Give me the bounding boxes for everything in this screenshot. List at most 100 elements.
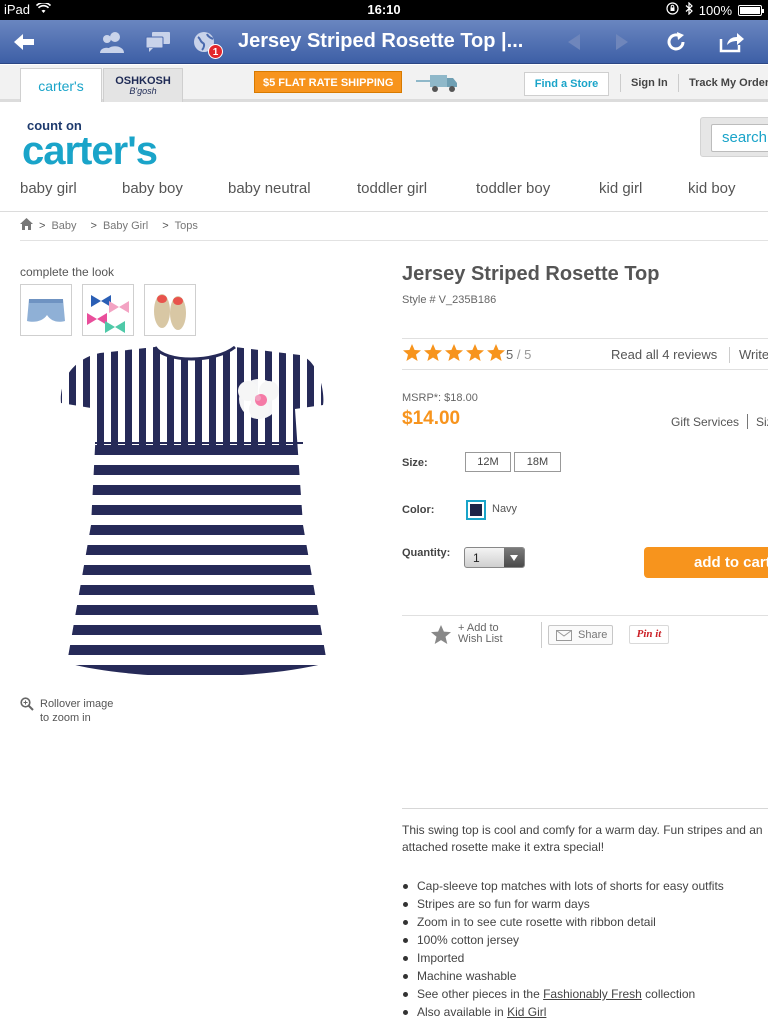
refresh-icon[interactable] — [662, 28, 690, 56]
star-icon — [431, 624, 451, 644]
list-item: Machine washable — [402, 967, 768, 985]
complete-the-look-label: complete the look — [20, 265, 115, 279]
breadcrumb: > Baby > Baby Girl > Tops — [20, 218, 198, 233]
share-button[interactable]: Share — [548, 625, 613, 645]
star-icon — [466, 344, 484, 361]
share-out-icon[interactable] — [718, 28, 746, 56]
status-bar: iPad 16:10 100% — [0, 0, 768, 20]
nav-baby-girl[interactable]: baby girl — [20, 180, 77, 197]
track-order-link[interactable]: Track My Order — [689, 77, 768, 89]
shipping-banner[interactable]: $5 FLAT RATE SHIPPING — [254, 71, 403, 93]
collection-suffix: collection — [641, 987, 696, 1001]
color-swatch-navy[interactable] — [466, 500, 486, 520]
rating-row: 5 / 5 Read all 4 reviews Write — [402, 338, 768, 370]
wishlist-line2: Wish List — [458, 633, 503, 645]
rating-max: / 5 — [516, 347, 532, 362]
battery-percent: 100% — [698, 2, 732, 18]
feature-list: Cap-sleeve top matches with lots of shor… — [402, 877, 768, 1021]
look-thumb-shorts[interactable] — [20, 284, 72, 336]
page-title: Jersey Striped Rosette Top |... — [238, 30, 524, 52]
battery-icon — [738, 4, 764, 16]
app-toolbar: 1 Jersey Striped Rosette Top |... — [0, 20, 768, 64]
tab-carters-label: carter's — [38, 77, 84, 94]
tab-oshkosh-label: OSHKOSH — [115, 74, 171, 87]
product-description: This swing top is cool and comfy for a w… — [402, 823, 763, 854]
list-item: Also available in Kid Girl — [402, 1003, 768, 1021]
carters-logo[interactable]: count on carter's — [22, 118, 158, 173]
browser-back-icon[interactable] — [560, 28, 588, 56]
nav-kid-girl[interactable]: kid girl — [599, 180, 642, 197]
color-name: Navy — [492, 503, 518, 515]
collection-prefix: See other pieces in the — [417, 987, 544, 1001]
read-reviews-link[interactable]: Read all 4 reviews — [611, 347, 717, 362]
look-thumb-shoes[interactable] — [144, 284, 196, 336]
magnifier-icon — [20, 697, 34, 725]
divider — [747, 414, 748, 429]
swatch-fill — [470, 504, 482, 516]
product-title: Jersey Striped Rosette Top — [402, 263, 660, 285]
add-to-cart-button[interactable]: add to cart — [644, 547, 768, 578]
divider — [678, 74, 679, 92]
zoom-hint-line2: to zoom in — [40, 712, 91, 724]
size-label: Size: — [402, 457, 428, 469]
breadcrumb-baby[interactable]: Baby — [51, 220, 76, 232]
list-item: Imported — [402, 949, 768, 967]
list-item: Cap-sleeve top matches with lots of shor… — [402, 877, 768, 895]
nav-kid-boy[interactable]: kid boy — [688, 180, 736, 197]
star-icon — [424, 344, 442, 361]
divider — [402, 615, 768, 616]
category-nav: baby girl baby boy baby neutral toddler … — [0, 178, 768, 212]
zoom-hint-line1: Rollover image — [40, 698, 114, 710]
notification-badge: 1 — [208, 44, 223, 59]
nav-toddler-boy[interactable]: toddler boy — [476, 180, 550, 197]
gift-services-link[interactable]: Gift Services — [671, 415, 739, 429]
messages-icon[interactable] — [144, 28, 172, 56]
look-thumb-bows[interactable] — [82, 284, 134, 336]
breadcrumb-separator: > — [162, 219, 169, 232]
write-review-link[interactable]: Write — [739, 347, 768, 362]
breadcrumb-baby-girl[interactable]: Baby Girl — [103, 220, 148, 232]
share-label: Share — [578, 629, 608, 641]
find-store-button[interactable]: Find a Store — [524, 72, 609, 96]
envelope-icon — [556, 629, 572, 641]
nav-toddler-girl[interactable]: toddler girl — [357, 180, 427, 197]
quantity-label: Quantity: — [402, 547, 451, 559]
browser-forward-icon[interactable] — [608, 28, 636, 56]
sign-in-link[interactable]: Sign In — [631, 77, 668, 89]
kid-girl-link[interactable]: Kid Girl — [507, 1005, 546, 1019]
list-item: See other pieces in the Fashionably Fres… — [402, 985, 768, 1003]
nav-baby-neutral[interactable]: baby neutral — [228, 180, 311, 197]
quantity-select[interactable]: 1 — [464, 547, 525, 568]
fashionably-fresh-link[interactable]: Fashionably Fresh — [543, 987, 642, 1001]
list-item: 100% cotton jersey — [402, 931, 768, 949]
star-icon — [403, 344, 421, 361]
star-rating — [402, 343, 506, 363]
brand-strip: carter's OSHKOSH B'gosh $5 FLAT RATE SHI… — [0, 65, 768, 102]
breadcrumb-tops[interactable]: Tops — [175, 220, 198, 232]
home-icon[interactable] — [20, 218, 33, 233]
tab-carters[interactable]: carter's — [20, 68, 102, 102]
size-option-18m[interactable]: 18M — [514, 452, 561, 472]
search-box: search — [700, 117, 768, 157]
logo-wordmark: carter's — [22, 129, 158, 173]
nav-baby-boy[interactable]: baby boy — [122, 180, 183, 197]
divider — [402, 808, 768, 809]
add-to-wishlist-button[interactable]: + Add to Wish List — [430, 623, 503, 645]
pinit-button[interactable]: Pin it — [629, 625, 669, 644]
divider — [541, 622, 542, 648]
size-option-12m[interactable]: 12M — [465, 452, 511, 472]
product-image[interactable] — [55, 345, 340, 685]
back-arrow-icon[interactable] — [10, 28, 38, 56]
rating-score: 5 — [506, 347, 514, 362]
tab-oshkosh[interactable]: OSHKOSH B'gosh — [103, 68, 183, 102]
truck-icon — [416, 71, 458, 98]
breadcrumb-separator: > — [90, 219, 97, 232]
star-icon — [445, 344, 463, 361]
contacts-icon[interactable] — [98, 28, 126, 56]
also-available-prefix: Also available in — [417, 1005, 508, 1019]
divider — [620, 74, 621, 92]
lock-rotation-icon — [666, 2, 679, 18]
search-input[interactable]: search — [711, 124, 768, 152]
breadcrumb-separator: > — [39, 219, 46, 232]
size-chart-link[interactable]: Size — [756, 415, 768, 429]
